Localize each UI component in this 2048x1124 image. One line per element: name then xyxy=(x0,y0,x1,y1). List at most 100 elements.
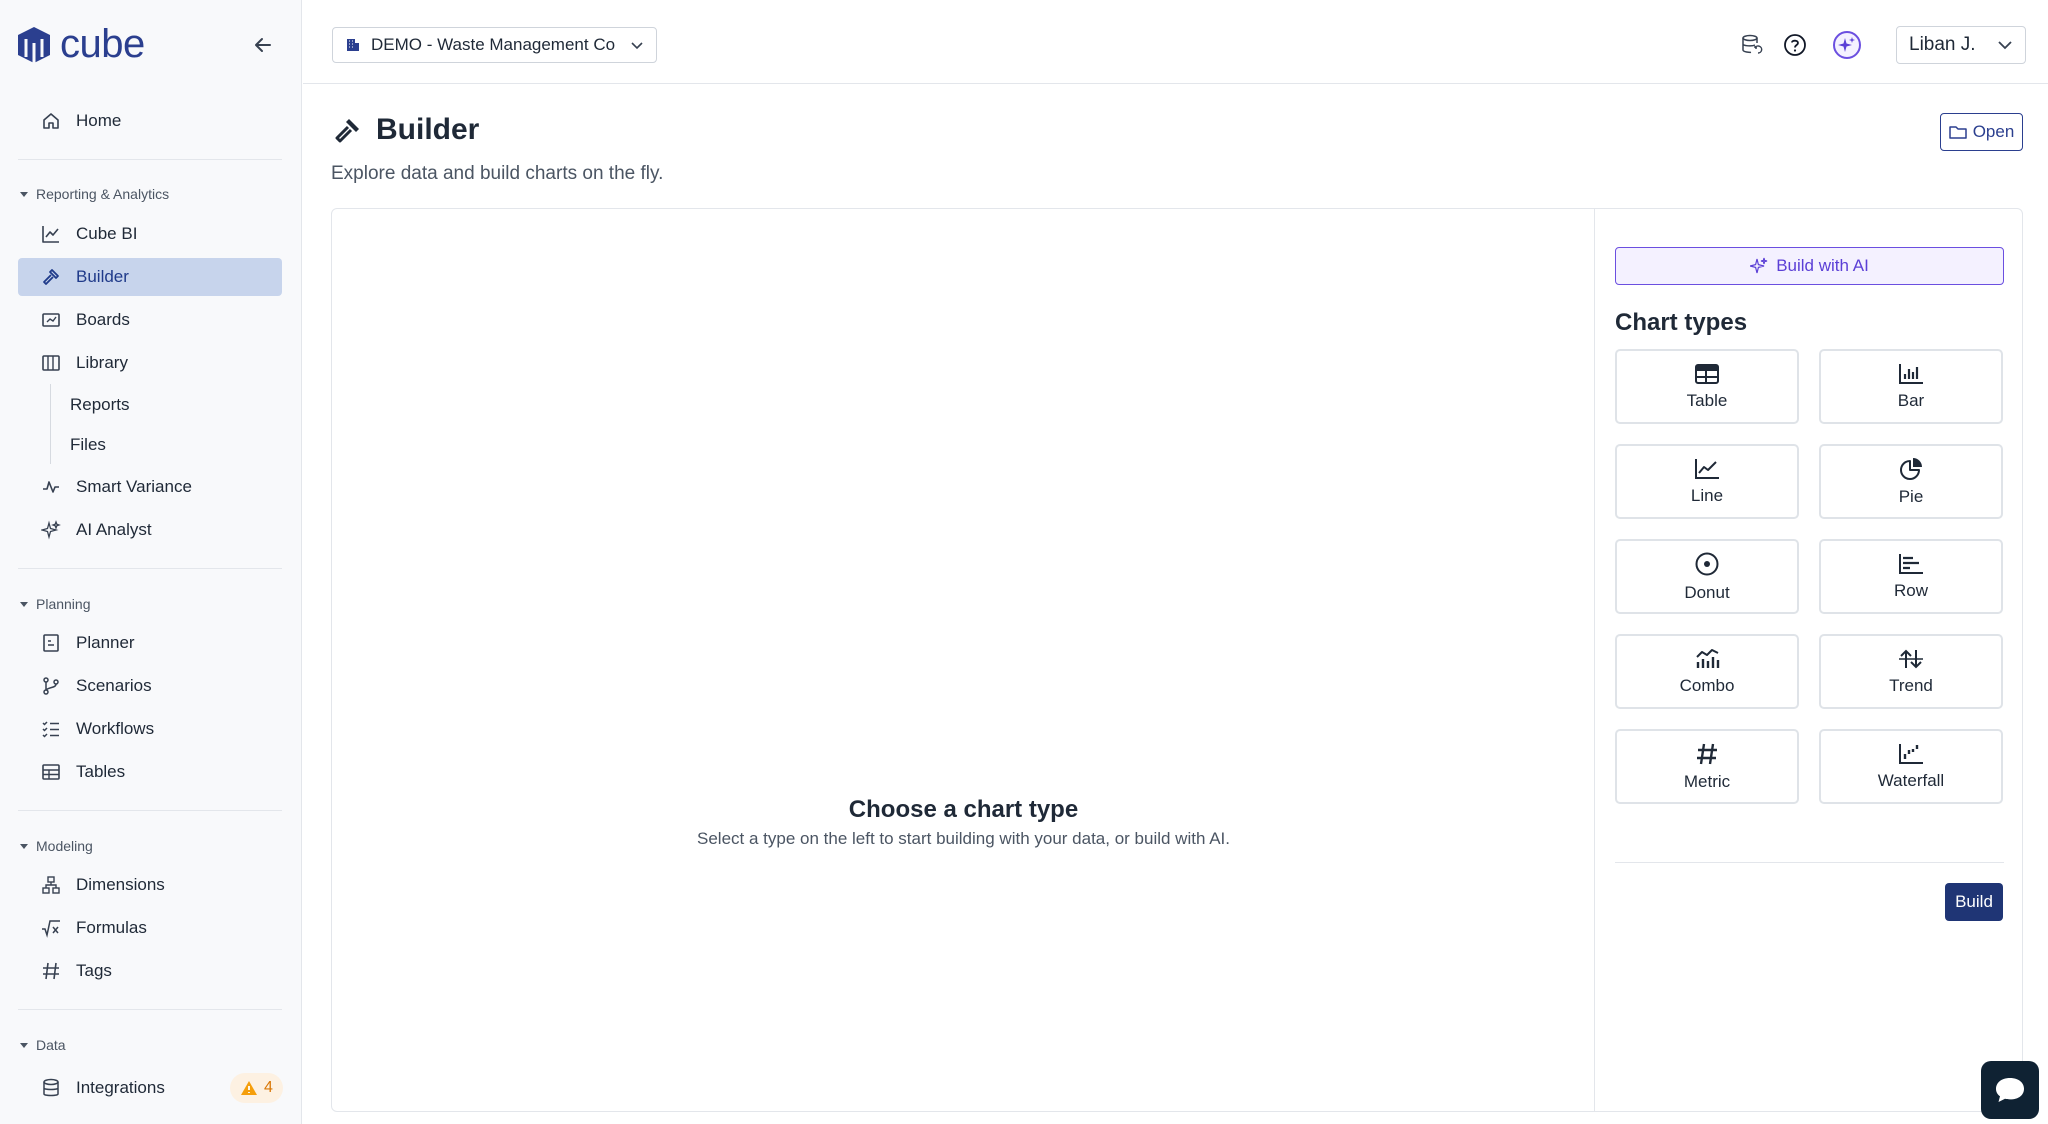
cube-logo-icon xyxy=(18,26,50,63)
chart-type-label: Waterfall xyxy=(1877,770,1945,790)
chart-type-label: Bar xyxy=(1897,390,1925,410)
chart-type-line[interactable]: Line xyxy=(1615,444,1799,519)
chat-support-button[interactable] xyxy=(1981,1061,2039,1119)
chart-type-waterfall[interactable]: Waterfall xyxy=(1819,729,2003,804)
sidebar-item-dimensions[interactable]: Dimensions xyxy=(18,866,282,904)
sidebar-item-label: Builder xyxy=(76,267,129,286)
sidebar-item-workflows[interactable]: Workflows xyxy=(18,710,282,748)
sidebar-item-tags[interactable]: Tags xyxy=(18,952,282,990)
chart-type-row[interactable]: Row xyxy=(1819,539,2003,614)
sidebar-item-label: Scenarios xyxy=(76,676,152,695)
chart-type-metric[interactable]: Metric xyxy=(1615,729,1799,804)
help-button[interactable] xyxy=(1780,30,1810,60)
building-icon xyxy=(347,39,359,51)
build-with-ai-button[interactable]: Build with AI xyxy=(1615,247,2004,285)
home-icon xyxy=(40,110,62,132)
chart-type-label: Metric xyxy=(1683,771,1731,791)
divider xyxy=(18,568,282,569)
page-title: Builder xyxy=(376,113,480,146)
sidebar-item-cube-bi[interactable]: Cube BI xyxy=(18,215,282,253)
hierarchy-icon xyxy=(40,874,62,896)
checklist-icon xyxy=(40,718,62,740)
divider xyxy=(18,1009,282,1010)
open-button[interactable]: Open xyxy=(1940,113,2023,151)
sidebar-item-label: Home xyxy=(76,111,122,130)
sidebar-item-label: Tags xyxy=(76,961,112,980)
sidebar-item-home[interactable]: Home xyxy=(18,102,282,140)
row-chart-icon xyxy=(1899,553,1923,574)
sidebar-item-tables[interactable]: Tables xyxy=(18,753,282,791)
line-chart-icon xyxy=(40,223,62,245)
section-reporting-analytics[interactable]: Reporting & Analytics xyxy=(18,186,169,202)
collapse-sidebar-button[interactable] xyxy=(250,32,276,58)
integrations-warning-badge: 4 xyxy=(230,1073,283,1103)
sparkles-icon xyxy=(40,519,62,541)
sidebar-item-formulas[interactable]: Formulas xyxy=(18,909,282,947)
sidebar-item-boards[interactable]: Boards xyxy=(18,301,282,339)
hash-icon xyxy=(1697,743,1717,764)
organization-select[interactable]: DEMO - Waste Management Co xyxy=(332,27,657,63)
chart-type-combo[interactable]: Combo xyxy=(1615,634,1799,709)
table-icon xyxy=(1695,363,1719,384)
sidebar-item-builder[interactable]: Builder xyxy=(18,258,282,296)
section-data[interactable]: Data xyxy=(18,1037,66,1053)
waterfall-chart-icon xyxy=(1899,743,1923,764)
square-root-icon xyxy=(40,917,62,939)
sidebar-item-label: Formulas xyxy=(76,918,147,937)
section-label: Reporting & Analytics xyxy=(36,186,170,202)
sidebar-item-library[interactable]: Library xyxy=(18,344,282,382)
page-subtitle: Explore data and build charts on the fly… xyxy=(331,163,664,184)
sidebar-item-label: Smart Variance xyxy=(76,477,192,496)
hammer-icon xyxy=(40,266,62,288)
logo-text: cube xyxy=(60,22,145,66)
section-label: Planning xyxy=(36,596,91,612)
chart-type-pie[interactable]: Pie xyxy=(1819,444,2003,519)
boards-icon xyxy=(40,309,62,331)
ai-sparkle-icon xyxy=(1833,31,1861,59)
organization-name: DEMO - Waste Management Co xyxy=(371,35,616,54)
sidebar-item-label: Dimensions xyxy=(76,875,165,894)
chart-type-donut[interactable]: Donut xyxy=(1615,539,1799,614)
user-menu[interactable]: Liban J. xyxy=(1896,26,2026,64)
sidebar-item-label: Library xyxy=(76,353,128,372)
caret-down-icon xyxy=(20,602,28,607)
sidebar-item-ai-analyst[interactable]: AI Analyst xyxy=(18,511,282,549)
chart-types-title: Chart types xyxy=(1615,309,1748,336)
folder-icon xyxy=(1948,126,1967,139)
badge-count: 4 xyxy=(264,1079,273,1096)
sidebar-item-scenarios[interactable]: Scenarios xyxy=(18,667,282,705)
section-label: Data xyxy=(36,1037,66,1053)
caret-down-icon xyxy=(20,844,28,849)
chart-type-label: Table xyxy=(1686,390,1728,410)
trend-arrows-icon xyxy=(1899,649,1923,668)
chart-type-label: Combo xyxy=(1679,675,1735,695)
sidebar-item-planner[interactable]: Planner xyxy=(18,624,282,662)
arrow-left-icon xyxy=(255,38,271,52)
chart-type-trend[interactable]: Trend xyxy=(1819,634,2003,709)
section-modeling[interactable]: Modeling xyxy=(18,838,93,854)
sidebar-item-smart-variance[interactable]: Smart Variance xyxy=(18,468,282,506)
sidebar-item-label: Boards xyxy=(76,310,130,329)
submenu-line xyxy=(50,384,51,464)
database-sync-icon xyxy=(1742,34,1763,54)
chart-type-label: Row xyxy=(1893,580,1928,600)
sidebar-item-label: AI Analyst xyxy=(76,520,152,539)
chart-type-bar[interactable]: Bar xyxy=(1819,349,2003,424)
donut-chart-icon xyxy=(1695,552,1719,575)
ai-assistant-button[interactable] xyxy=(1832,30,1862,60)
sidebar-item-reports[interactable]: Reports xyxy=(70,395,130,415)
help-circle-icon xyxy=(1784,34,1806,56)
combo-chart-icon xyxy=(1696,648,1720,668)
open-label: Open xyxy=(1972,122,2015,141)
hash-icon xyxy=(40,960,62,982)
caret-down-icon xyxy=(20,1043,28,1048)
caret-down-icon xyxy=(20,192,28,197)
data-sync-button[interactable] xyxy=(1737,30,1767,60)
pie-chart-icon xyxy=(1900,457,1922,480)
logo[interactable]: cube xyxy=(16,22,145,67)
section-planning[interactable]: Planning xyxy=(18,596,91,612)
sidebar-item-files[interactable]: Files xyxy=(70,435,106,455)
build-button[interactable]: Build xyxy=(1945,883,2003,921)
chart-type-table[interactable]: Table xyxy=(1615,349,1799,424)
chart-canvas: Choose a chart type Select a type on the… xyxy=(332,209,1595,1111)
